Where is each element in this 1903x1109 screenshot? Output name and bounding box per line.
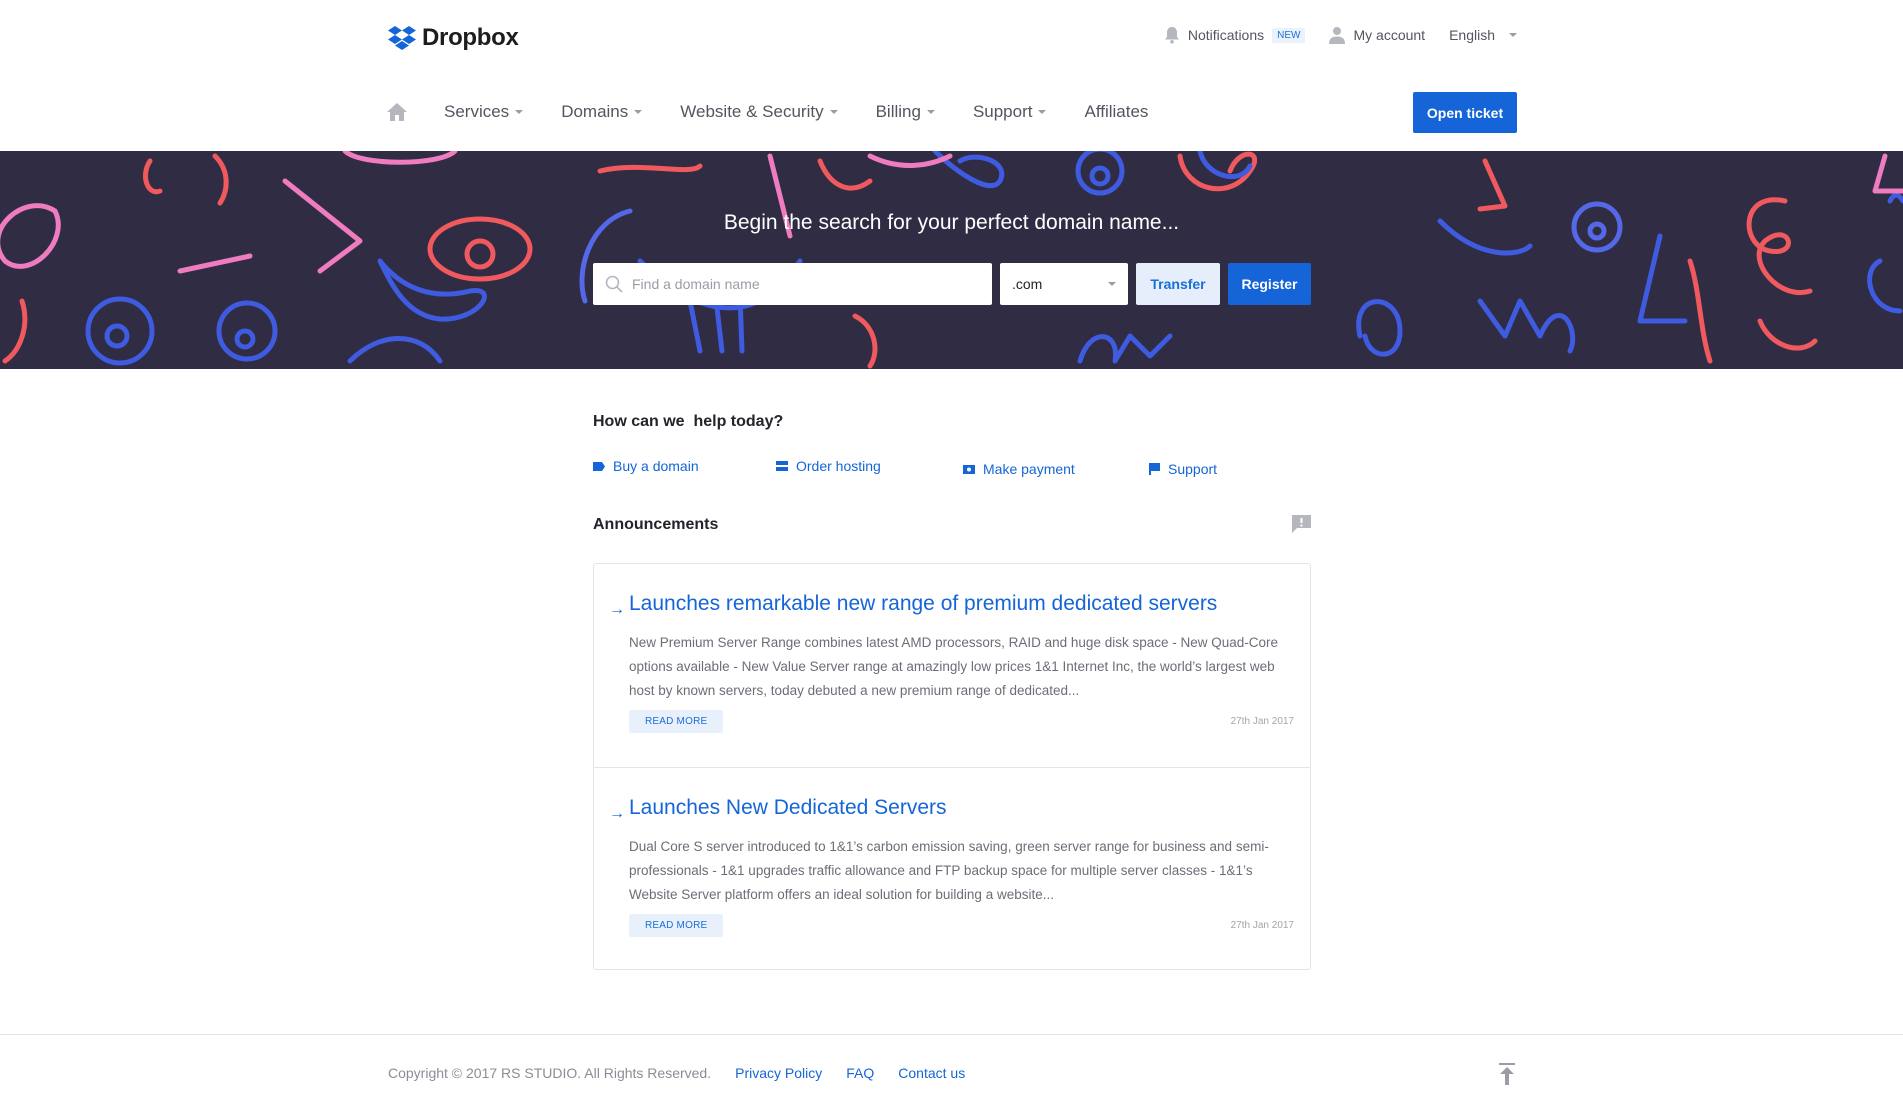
flag-icon xyxy=(1149,463,1160,475)
register-button[interactable]: Register xyxy=(1228,263,1311,305)
language-label: English xyxy=(1449,27,1495,43)
chevron-down-icon xyxy=(634,110,643,114)
chevron-down-icon xyxy=(515,110,524,114)
my-account-link[interactable]: My account xyxy=(1329,26,1425,44)
announcement-excerpt: New Premium Server Range combines latest… xyxy=(629,635,1279,698)
notifications-link[interactable]: Notifications NEW xyxy=(1164,26,1306,44)
nav-item-support[interactable]: Support xyxy=(973,102,1047,122)
read-more-button[interactable]: READ MORE xyxy=(629,710,724,733)
announcement-date: 27th Jan 2017 xyxy=(1230,920,1294,931)
order-hosting-link[interactable]: Order hosting xyxy=(776,458,881,474)
announcement-item: → Launches remarkable new range of premi… xyxy=(594,564,1310,767)
faq-link[interactable]: FAQ xyxy=(846,1065,874,1081)
buy-domain-label: Buy a domain xyxy=(613,458,699,474)
nav-item-affiliates[interactable]: Affiliates xyxy=(1084,102,1148,122)
back-to-top-icon[interactable] xyxy=(1497,1063,1517,1085)
make-payment-link[interactable]: Make payment xyxy=(963,461,1075,477)
footer-links: Copyright © 2017 RS STUDIO. All Rights R… xyxy=(388,1065,989,1081)
help-section-title: How can we help today? xyxy=(593,413,784,430)
tld-value: .com xyxy=(1012,276,1043,292)
notifications-label: Notifications xyxy=(1187,27,1265,43)
payment-icon xyxy=(963,464,975,474)
nav-item-label: Billing xyxy=(875,102,921,121)
support-link[interactable]: Support xyxy=(1149,461,1217,477)
utility-menu: Notifications NEW My account English xyxy=(1164,26,1517,44)
language-selector[interactable]: English xyxy=(1449,27,1517,43)
hero-title: Begin the search for your perfect domain… xyxy=(723,211,1180,234)
nav-item-label: Website & Security xyxy=(680,102,824,121)
domain-search-form: .com Transfer Register xyxy=(593,263,1311,305)
arrow-right-icon: → xyxy=(609,805,625,822)
nav-item-services[interactable]: Services xyxy=(444,102,524,122)
open-ticket-button[interactable]: Open ticket xyxy=(1413,92,1517,133)
announcements-list: → Launches remarkable new range of premi… xyxy=(593,563,1311,970)
buy-domain-link[interactable]: Buy a domain xyxy=(593,458,699,474)
top-bar: Dropbox Notifications NEW My account Eng… xyxy=(0,0,1903,151)
nav-item-label: Affiliates xyxy=(1084,102,1149,121)
dropbox-logo-icon xyxy=(388,26,416,50)
tld-select[interactable]: .com xyxy=(1000,263,1128,305)
hero-pattern-illustration xyxy=(0,151,1903,369)
nav-item-label: Domains xyxy=(561,102,629,121)
chevron-down-icon xyxy=(829,110,838,114)
nav-item-label: Services xyxy=(444,102,510,121)
announcement-feedback-icon[interactable] xyxy=(1292,515,1311,533)
copyright-text: Copyright © 2017 RS STUDIO. All Rights R… xyxy=(388,1065,712,1081)
privacy-policy-link[interactable]: Privacy Policy xyxy=(735,1065,822,1081)
bell-icon xyxy=(1164,27,1179,44)
tag-icon xyxy=(593,461,605,471)
make-payment-label: Make payment xyxy=(983,461,1075,477)
contact-us-link[interactable]: Contact us xyxy=(898,1065,965,1081)
transfer-button[interactable]: Transfer xyxy=(1136,263,1220,305)
nav-item-label: Support xyxy=(972,102,1033,121)
my-account-label: My account xyxy=(1353,27,1426,43)
footer: Copyright © 2017 RS STUDIO. All Rights R… xyxy=(0,1034,1903,1109)
domain-search-input[interactable] xyxy=(632,276,972,292)
chevron-down-icon xyxy=(1509,33,1517,37)
announcement-title-link[interactable]: Launches remarkable new range of premium… xyxy=(629,592,1217,616)
server-icon xyxy=(776,461,788,471)
brand-name: Dropbox xyxy=(422,24,519,51)
domain-search-box[interactable] xyxy=(593,263,992,305)
nav-item-domains[interactable]: Domains xyxy=(561,102,643,122)
arrow-right-icon: → xyxy=(609,601,625,618)
search-icon xyxy=(605,275,623,293)
chevron-down-icon xyxy=(1108,282,1116,286)
chevron-down-icon xyxy=(1038,110,1047,114)
nav-item-website-security[interactable]: Website & Security xyxy=(680,102,838,122)
main-nav: Services Domains Website & Security Bill… xyxy=(386,92,1186,132)
order-hosting-label: Order hosting xyxy=(796,458,881,474)
user-icon xyxy=(1329,27,1346,44)
announcements-title: Announcements xyxy=(593,516,719,533)
announcement-excerpt: Dual Core S server introduced to 1&1’s c… xyxy=(629,839,1269,902)
chevron-down-icon xyxy=(926,110,935,114)
announcement-date: 27th Jan 2017 xyxy=(1230,716,1294,727)
announcement-title-link[interactable]: Launches New Dedicated Servers xyxy=(629,796,947,820)
read-more-button[interactable]: READ MORE xyxy=(629,914,724,937)
announcement-item: → Launches New Dedicated Servers Dual Co… xyxy=(594,767,1310,970)
nav-item-billing[interactable]: Billing xyxy=(876,102,935,122)
domain-search-hero: Begin the search for your perfect domain… xyxy=(0,151,1903,369)
support-label: Support xyxy=(1168,461,1218,477)
brand-logo[interactable]: Dropbox xyxy=(388,24,519,52)
quick-links: Buy a domain Order hosting Make payment … xyxy=(593,458,1311,482)
home-icon[interactable] xyxy=(386,102,408,122)
new-badge: NEW xyxy=(1272,27,1306,43)
